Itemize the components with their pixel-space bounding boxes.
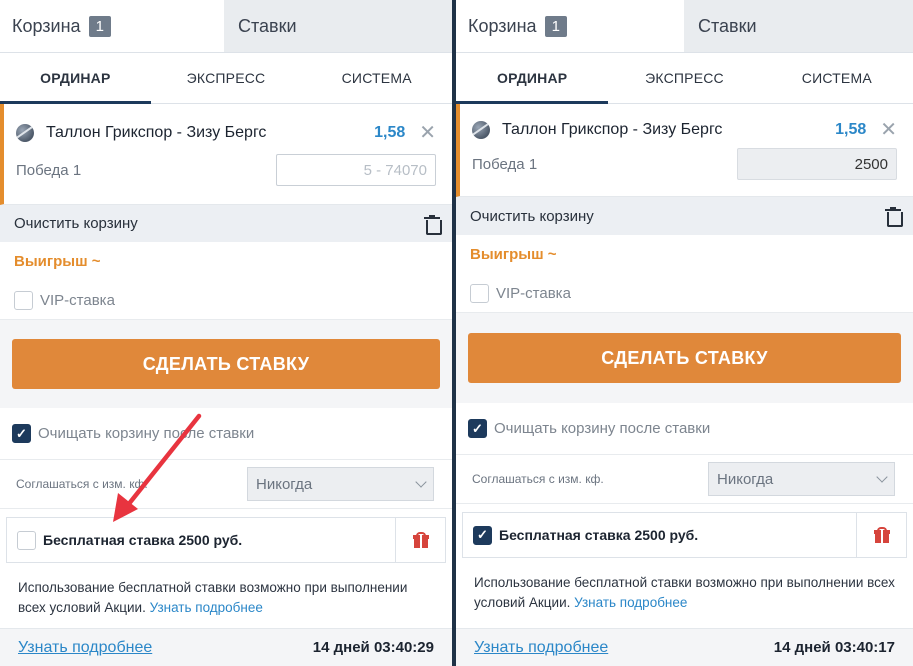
free-bet-info: Использование бесплатной ставки возможно… (456, 558, 913, 613)
tab-express[interactable]: ЭКСПРЕСС (151, 53, 302, 103)
clear-after-bet-option[interactable]: ✓ Очищать корзину после ставки (456, 403, 913, 455)
odds-change-label: Соглашаться с изм. кф. (16, 477, 148, 491)
free-bet-checkbox[interactable]: ✓ (473, 525, 492, 545)
free-bet-option[interactable]: ✓ Бесплатная ставка 2500 руб. (463, 513, 856, 557)
tab-single[interactable]: ОРДИНАР (456, 53, 609, 104)
learn-more-link[interactable]: Узнать подробнее (474, 639, 608, 657)
vip-label: VIP-ставка (40, 292, 115, 309)
free-bet-row: Бесплатная ставка 2500 руб. (6, 517, 446, 563)
clear-after-checkbox[interactable]: ✓ (468, 419, 487, 438)
clear-after-label: Очищать корзину после ставки (494, 420, 711, 437)
gift-icon (412, 532, 429, 548)
make-bet-area: СДЕЛАТЬ СТАВКУ (456, 313, 913, 403)
tab-bets[interactable]: Ставки (684, 0, 913, 52)
learn-more-link[interactable]: Узнать подробнее (18, 639, 152, 657)
tennis-ball-icon (472, 121, 490, 139)
chevron-down-icon (415, 476, 427, 488)
tab-cart[interactable]: Корзина 1 (0, 0, 224, 52)
match-name: Таллон Грикспор - Зизу Бергс (502, 121, 723, 138)
tab-cart-label: Корзина (12, 15, 81, 36)
tab-system[interactable]: СИСТЕМА (761, 53, 913, 103)
free-bet-info: Использование бесплатной ставки возможно… (0, 563, 452, 618)
make-bet-area: СДЕЛАТЬ СТАВКУ (0, 320, 452, 408)
tab-express[interactable]: ЭКСПРЕСС (608, 53, 760, 103)
header-tabs: Корзина 1 Ставки (456, 0, 913, 53)
vip-checkbox[interactable] (470, 284, 489, 303)
winnings-label: Выигрыш ~ (470, 246, 557, 263)
clear-after-bet-option[interactable]: ✓ Очищать корзину после ставки (0, 408, 452, 460)
odds-change-select[interactable]: Никогда (247, 467, 434, 501)
odds-value: 1,58 (374, 124, 406, 141)
cart-count-badge: 1 (88, 15, 111, 37)
odds-change-value: Никогда (717, 470, 774, 488)
tab-cart-label: Корзина (468, 15, 537, 36)
gift-button[interactable] (856, 513, 906, 557)
stake-input[interactable] (737, 148, 897, 180)
clear-cart-bar[interactable]: Очистить корзину (456, 197, 913, 235)
cart-count-badge: 1 (544, 15, 567, 37)
free-bet-row: ✓ Бесплатная ставка 2500 руб. (462, 512, 907, 558)
clear-cart-label: Очистить корзину (470, 207, 594, 225)
odds-change-label: Соглашаться с изм. кф. (472, 472, 604, 486)
vip-label: VIP-ставка (496, 285, 571, 302)
tab-system[interactable]: СИСТЕМА (301, 53, 452, 103)
trash-icon[interactable] (885, 207, 903, 227)
match-name: Таллон Грикспор - Зизу Бергс (46, 124, 267, 141)
make-bet-button[interactable]: СДЕЛАТЬ СТАВКУ (468, 333, 901, 383)
clear-cart-bar[interactable]: Очистить корзину (0, 205, 452, 242)
mode-tabs: ОРДИНАР ЭКСПРЕСС СИСТЕМА (456, 53, 913, 104)
odds-change-value: Никогда (256, 475, 313, 493)
footer: Узнать подробнее 14 дней 03:40:17 (456, 628, 913, 666)
close-icon[interactable]: ✕ (419, 123, 436, 143)
tab-bets[interactable]: Ставки (224, 0, 452, 52)
winnings-label: Выигрыш ~ (14, 253, 101, 270)
odds-value: 1,58 (835, 121, 867, 138)
betslip-panel-right: Корзина 1 Ставки ОРДИНАР ЭКСПРЕСС СИСТЕМ… (456, 0, 913, 666)
trash-icon[interactable] (424, 214, 442, 235)
vip-bet-option[interactable]: VIP-ставка (456, 275, 913, 313)
clear-after-label: Очищать корзину после ставки (38, 425, 255, 442)
tab-single[interactable]: ОРДИНАР (0, 53, 151, 104)
countdown-timer: 14 дней 03:40:29 (312, 639, 434, 656)
footer: Узнать подробнее 14 дней 03:40:29 (0, 628, 452, 666)
bet-item: Таллон Грикспор - Зизу Бергс 1,58 ✕ Побе… (0, 104, 452, 205)
free-bet-label: Бесплатная ставка 2500 руб. (43, 532, 243, 548)
chevron-down-icon (876, 471, 888, 483)
clear-cart-label: Очистить корзину (14, 215, 138, 232)
close-icon[interactable]: ✕ (880, 120, 897, 140)
tab-cart[interactable]: Корзина 1 (456, 0, 684, 52)
vip-bet-option[interactable]: VIP-ставка (0, 282, 452, 320)
free-bet-option[interactable]: Бесплатная ставка 2500 руб. (7, 518, 395, 562)
free-bet-label: Бесплатная ставка 2500 руб. (499, 527, 699, 543)
gift-button[interactable] (395, 518, 445, 562)
odds-change-row: Соглашаться с изм. кф. Никогда (456, 455, 913, 504)
stake-input[interactable] (276, 154, 436, 186)
outcome-label: Победа 1 (16, 161, 82, 179)
make-bet-button[interactable]: СДЕЛАТЬ СТАВКУ (12, 339, 440, 389)
free-bet-info-link[interactable]: Узнать подробнее (574, 595, 687, 610)
header-tabs: Корзина 1 Ставки (0, 0, 452, 53)
outcome-label: Победа 1 (472, 155, 538, 173)
odds-change-row: Соглашаться с изм. кф. Никогда (0, 460, 452, 509)
tennis-ball-icon (16, 124, 34, 142)
free-bet-checkbox[interactable] (17, 530, 36, 550)
betslip-panel-left: Корзина 1 Ставки ОРДИНАР ЭКСПРЕСС СИСТЕМ… (0, 0, 452, 666)
clear-after-checkbox[interactable]: ✓ (12, 424, 31, 443)
mode-tabs: ОРДИНАР ЭКСПРЕСС СИСТЕМА (0, 53, 452, 104)
gift-icon (873, 527, 890, 543)
odds-change-select[interactable]: Никогда (708, 462, 895, 496)
countdown-timer: 14 дней 03:40:17 (773, 639, 895, 656)
bet-item: Таллон Грикспор - Зизу Бергс 1,58 ✕ Побе… (456, 104, 913, 197)
free-bet-info-link[interactable]: Узнать подробнее (150, 600, 263, 615)
vip-checkbox[interactable] (14, 291, 33, 310)
